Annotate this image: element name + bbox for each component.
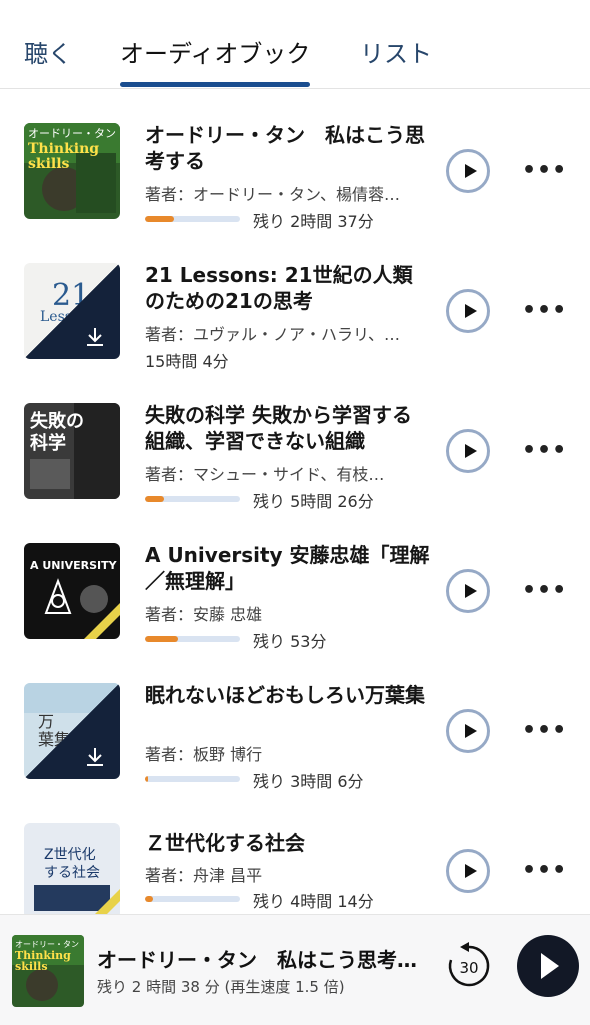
book-title[interactable]: 失敗の科学 失敗から学習する組織、学習できない組織 (145, 402, 430, 454)
play-button[interactable] (517, 935, 579, 997)
svg-text:Thinking: Thinking (28, 141, 99, 157)
book-cover[interactable]: A UNIVERSITY (24, 543, 120, 639)
progress-bar (145, 776, 240, 782)
play-icon[interactable] (446, 289, 490, 333)
download-icon[interactable] (84, 325, 106, 347)
play-icon[interactable] (446, 709, 490, 753)
progress-fill (145, 216, 174, 222)
now-playing-status: 残り 2 時間 38 分 (再生速度 1.5 倍) (97, 978, 345, 996)
rewind-30-icon[interactable]: 30 (444, 941, 494, 991)
progress-fill (145, 896, 153, 902)
svg-text:skills: skills (28, 156, 70, 172)
book-author: 著者：安藤 忠雄 (145, 605, 263, 624)
tab-lists[interactable]: リスト (360, 34, 432, 69)
more-icon[interactable]: ••• (522, 578, 567, 603)
play-icon[interactable] (446, 149, 490, 193)
more-icon[interactable]: ••• (522, 438, 567, 463)
more-icon[interactable]: ••• (522, 858, 567, 883)
book-author: 著者：マシュー・サイド、有枝… (145, 465, 385, 484)
book-title[interactable]: 眠れないほどおもしろい万葉集 (145, 682, 430, 708)
time-remaining: 残り 5時間 26分 (253, 492, 374, 511)
svg-text:オードリー・タン: オードリー・タン (15, 940, 79, 949)
svg-text:オードリー・タン: オードリー・タン (28, 127, 116, 140)
rewind-seconds: 30 (459, 959, 478, 977)
play-icon[interactable] (446, 429, 490, 473)
list-item[interactable]: 万 葉集 眠れないほどおもしろい万葉集 著者：板野 博行 残り 3時間 6分 •… (0, 660, 590, 800)
now-playing-cover[interactable]: オードリー・タン Thinking skills (12, 935, 84, 1007)
book-author: 著者：オードリー・タン、楊倩蓉… (145, 185, 401, 204)
active-tab-indicator (120, 82, 310, 87)
progress-bar (145, 636, 240, 642)
svg-text:科学: 科学 (30, 432, 66, 454)
book-title[interactable]: 21 Lessons: 21世紀の人類のための21の思考 (145, 262, 430, 314)
svg-text:失敗の: 失敗の (30, 410, 84, 432)
more-icon[interactable]: ••• (522, 298, 567, 323)
download-icon[interactable] (84, 745, 106, 767)
now-playing-title[interactable]: オードリー・タン 私はこう思考する (97, 944, 417, 973)
progress-bar (145, 496, 240, 502)
total-duration: 15時間 4分 (145, 352, 229, 371)
book-cover[interactable]: 21 Lessons (24, 263, 120, 359)
svg-text:Z世代化: Z世代化 (44, 847, 96, 863)
time-remaining: 残り 3時間 6分 (253, 772, 364, 791)
progress-fill (145, 496, 164, 502)
mini-player[interactable]: オードリー・タン Thinking skills オードリー・タン 私はこう思考… (0, 914, 590, 1025)
svg-text:skills: skills (15, 960, 48, 973)
list-item[interactable]: オードリー・タン Thinking skills オードリー・タン 私はこう思考… (0, 100, 590, 240)
play-icon[interactable] (446, 569, 490, 613)
progress-bar (145, 896, 240, 902)
more-icon[interactable]: ••• (522, 718, 567, 743)
svg-text:A UNIVERSITY: A UNIVERSITY (30, 559, 118, 572)
progress-bar (145, 216, 240, 222)
time-remaining: 残り 53分 (253, 632, 327, 651)
book-cover[interactable]: 万 葉集 (24, 683, 120, 779)
book-author: 著者：ユヴァル・ノア・ハラリ、… (145, 325, 401, 344)
progress-fill (145, 636, 179, 642)
tab-audiobooks[interactable]: オーディオブック (120, 34, 310, 69)
more-icon[interactable]: ••• (522, 158, 567, 183)
book-cover[interactable]: Z世代化 する社会 (24, 823, 120, 919)
book-title[interactable]: オードリー・タン 私はこう思考する (145, 122, 430, 174)
progress-fill (145, 776, 148, 782)
book-author: 著者：舟津 昌平 (145, 866, 263, 885)
list-item[interactable]: A UNIVERSITY A University 安藤忠雄「理解／無理解」 著… (0, 520, 590, 660)
time-remaining: 残り 2時間 37分 (253, 212, 374, 231)
book-cover[interactable]: オードリー・タン Thinking skills (24, 123, 120, 219)
book-title[interactable]: Ｚ世代化する社会 (145, 830, 430, 856)
list-item[interactable]: 21 Lessons 21 Lessons: 21世紀の人類のための21の思考 … (0, 240, 590, 380)
svg-text:する社会: する社会 (44, 865, 100, 881)
play-icon[interactable] (446, 849, 490, 893)
tab-listen[interactable]: 聴く (24, 34, 72, 69)
list-item[interactable]: 失敗の 科学 失敗の科学 失敗から学習する組織、学習できない組織 著者：マシュー… (0, 380, 590, 520)
tab-bar: 聴く オーディオブック リスト (0, 0, 590, 89)
time-remaining: 残り 4時間 14分 (253, 892, 374, 911)
book-title[interactable]: A University 安藤忠雄「理解／無理解」 (145, 542, 430, 594)
book-cover[interactable]: 失敗の 科学 (24, 403, 120, 499)
book-author: 著者：板野 博行 (145, 745, 263, 764)
